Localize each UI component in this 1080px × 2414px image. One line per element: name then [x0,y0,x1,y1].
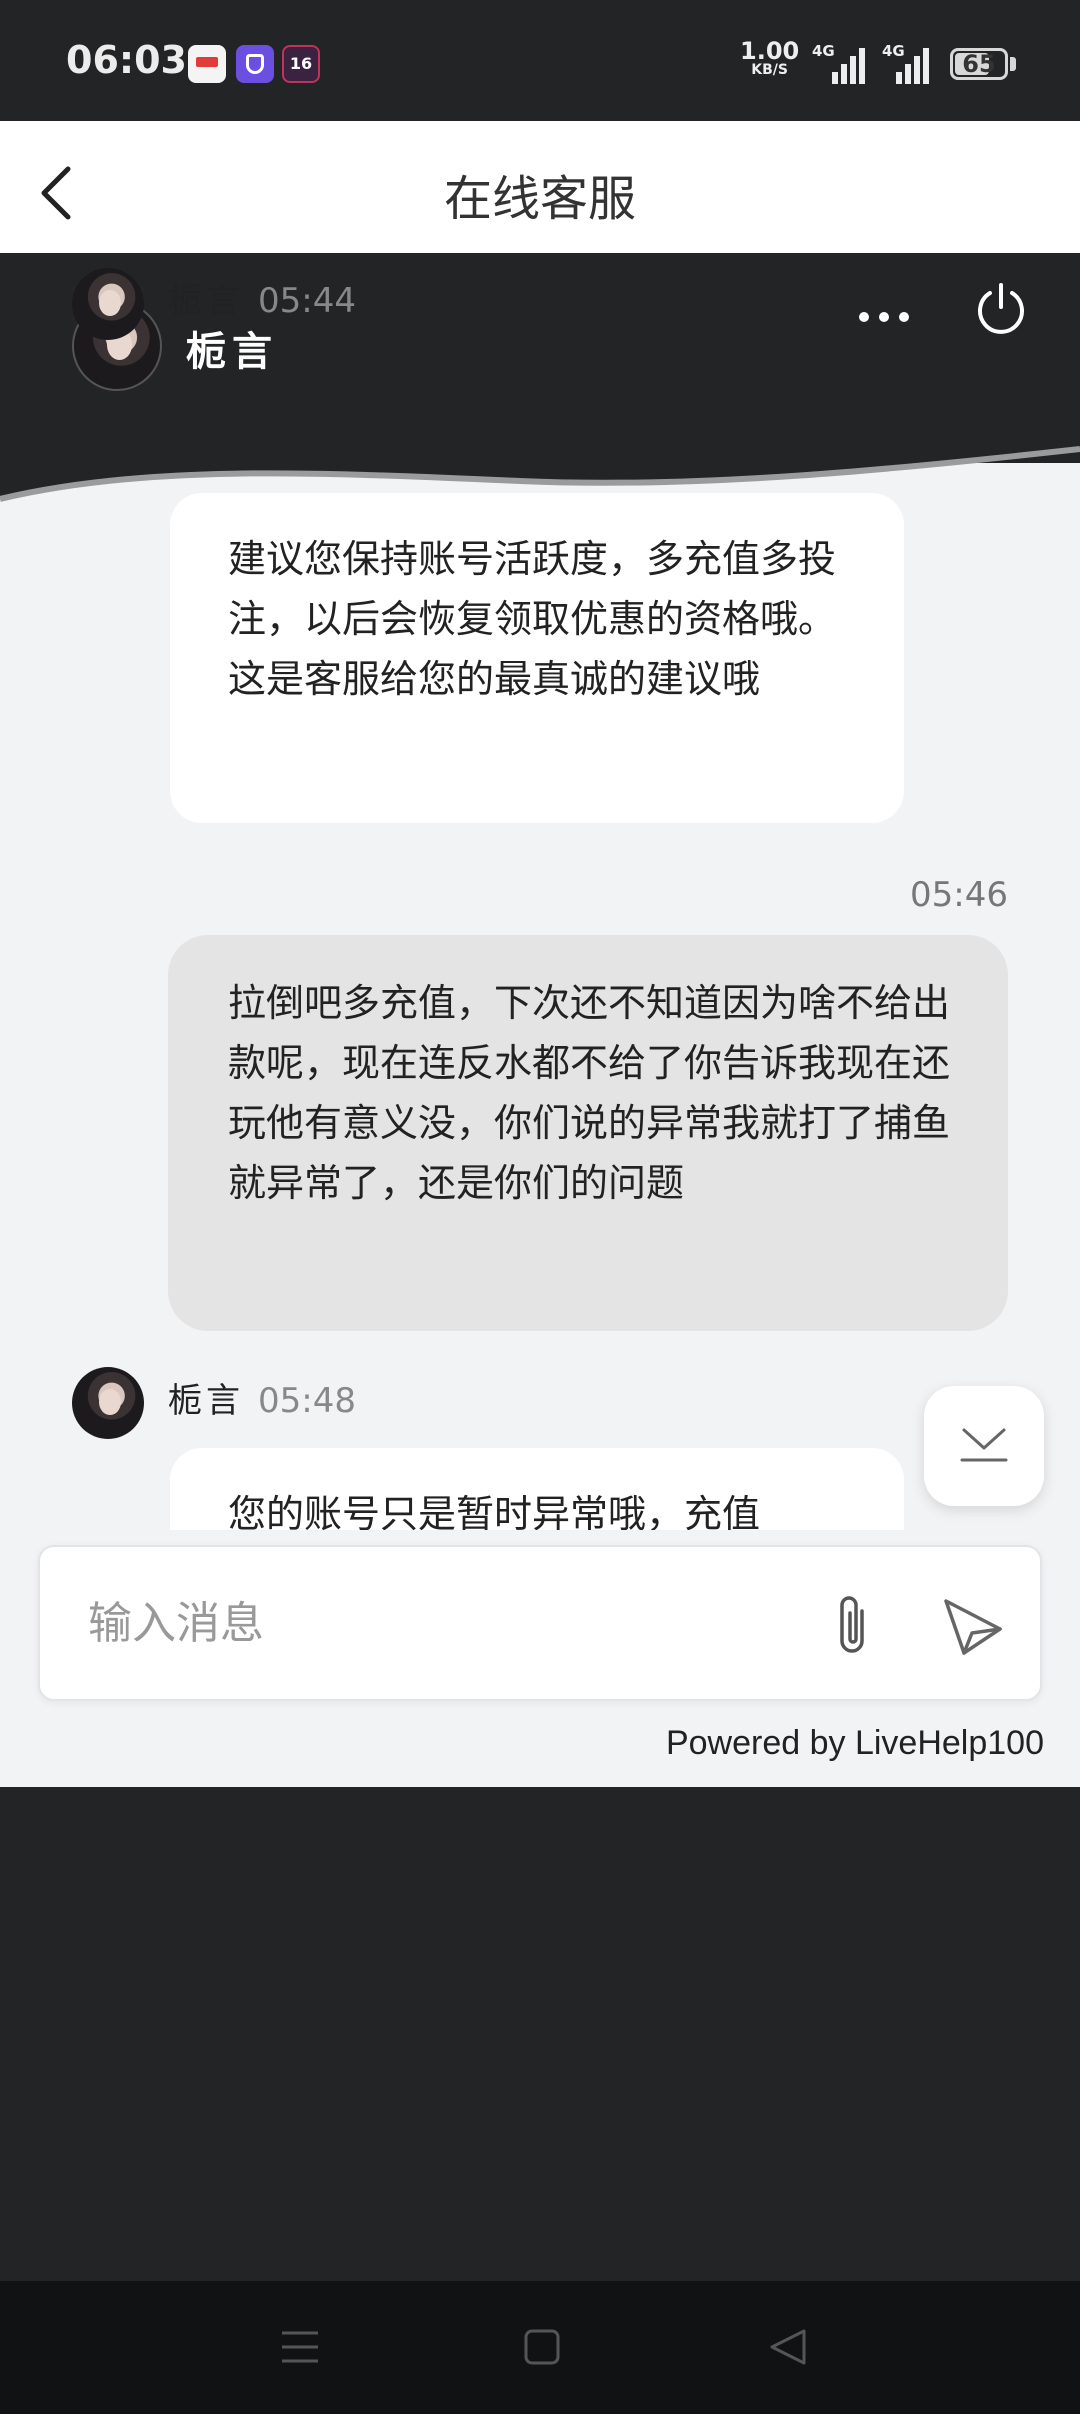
back-triangle-icon[interactable] [766,2327,810,2367]
send-icon[interactable] [940,1593,1006,1659]
agent-message-bubble: 建议您保持账号活跃度，多充值多投注，以后会恢复领取优惠的资格哦。这是客服给您的最… [170,493,904,823]
user-message-bubble: 拉倒吧多充值，下次还不知道因为啥不给出款呢，现在连反水都不给了你告诉我现在还玩他… [168,935,1008,1331]
power-icon[interactable] [974,281,1028,335]
menu-icon[interactable] [278,2327,322,2367]
nav-bar: 在线客服 [0,121,1080,253]
more-horizontal-icon[interactable] [856,307,912,327]
agent-name: 栀言 [186,329,278,375]
status-bar: 06:03 16 1.00 KB/S 4G 4G 65 [0,0,1080,121]
battery-icon: 65 [950,48,1008,80]
signal-sim1-icon: 4G [812,42,865,84]
scroll-to-bottom-button[interactable] [924,1386,1044,1506]
message-meta: 栀言 05:44 [168,273,356,322]
battery-level: 65 [962,50,996,78]
shield-app-icon [236,45,274,83]
message-meta: 栀言 05:48 [168,1373,356,1422]
message-composer [38,1545,1042,1701]
powered-by: Powered by LiveHelp100 [665,1724,1044,1762]
paperclip-icon[interactable] [826,1591,880,1661]
message-avatar [72,1367,144,1439]
notification-app-icon [188,45,226,83]
message-sender: 栀言 [168,281,244,321]
signal-sim2-icon: 4G [882,42,930,84]
network-speed-value: 1.00 [740,37,800,65]
network-speed: 1.00 KB/S [740,37,800,78]
game-app-icon: 16 [282,45,320,83]
chevron-down-line-icon [960,1428,1008,1462]
message-time: 05:44 [258,281,356,321]
sim2-label: 4G [882,42,905,60]
message-time: 05:46 [910,875,1008,915]
system-nav-bar [0,2281,1080,2414]
message-time: 05:48 [258,1381,356,1421]
page-title: 在线客服 [443,171,636,227]
message-input[interactable] [88,1591,788,1655]
message-sender: 栀言 [168,1381,244,1421]
background-area [0,1787,1080,2281]
home-icon[interactable] [522,2327,562,2367]
message-avatar [72,268,144,340]
sim1-label: 4G [812,42,835,60]
status-time: 06:03 [66,38,187,82]
